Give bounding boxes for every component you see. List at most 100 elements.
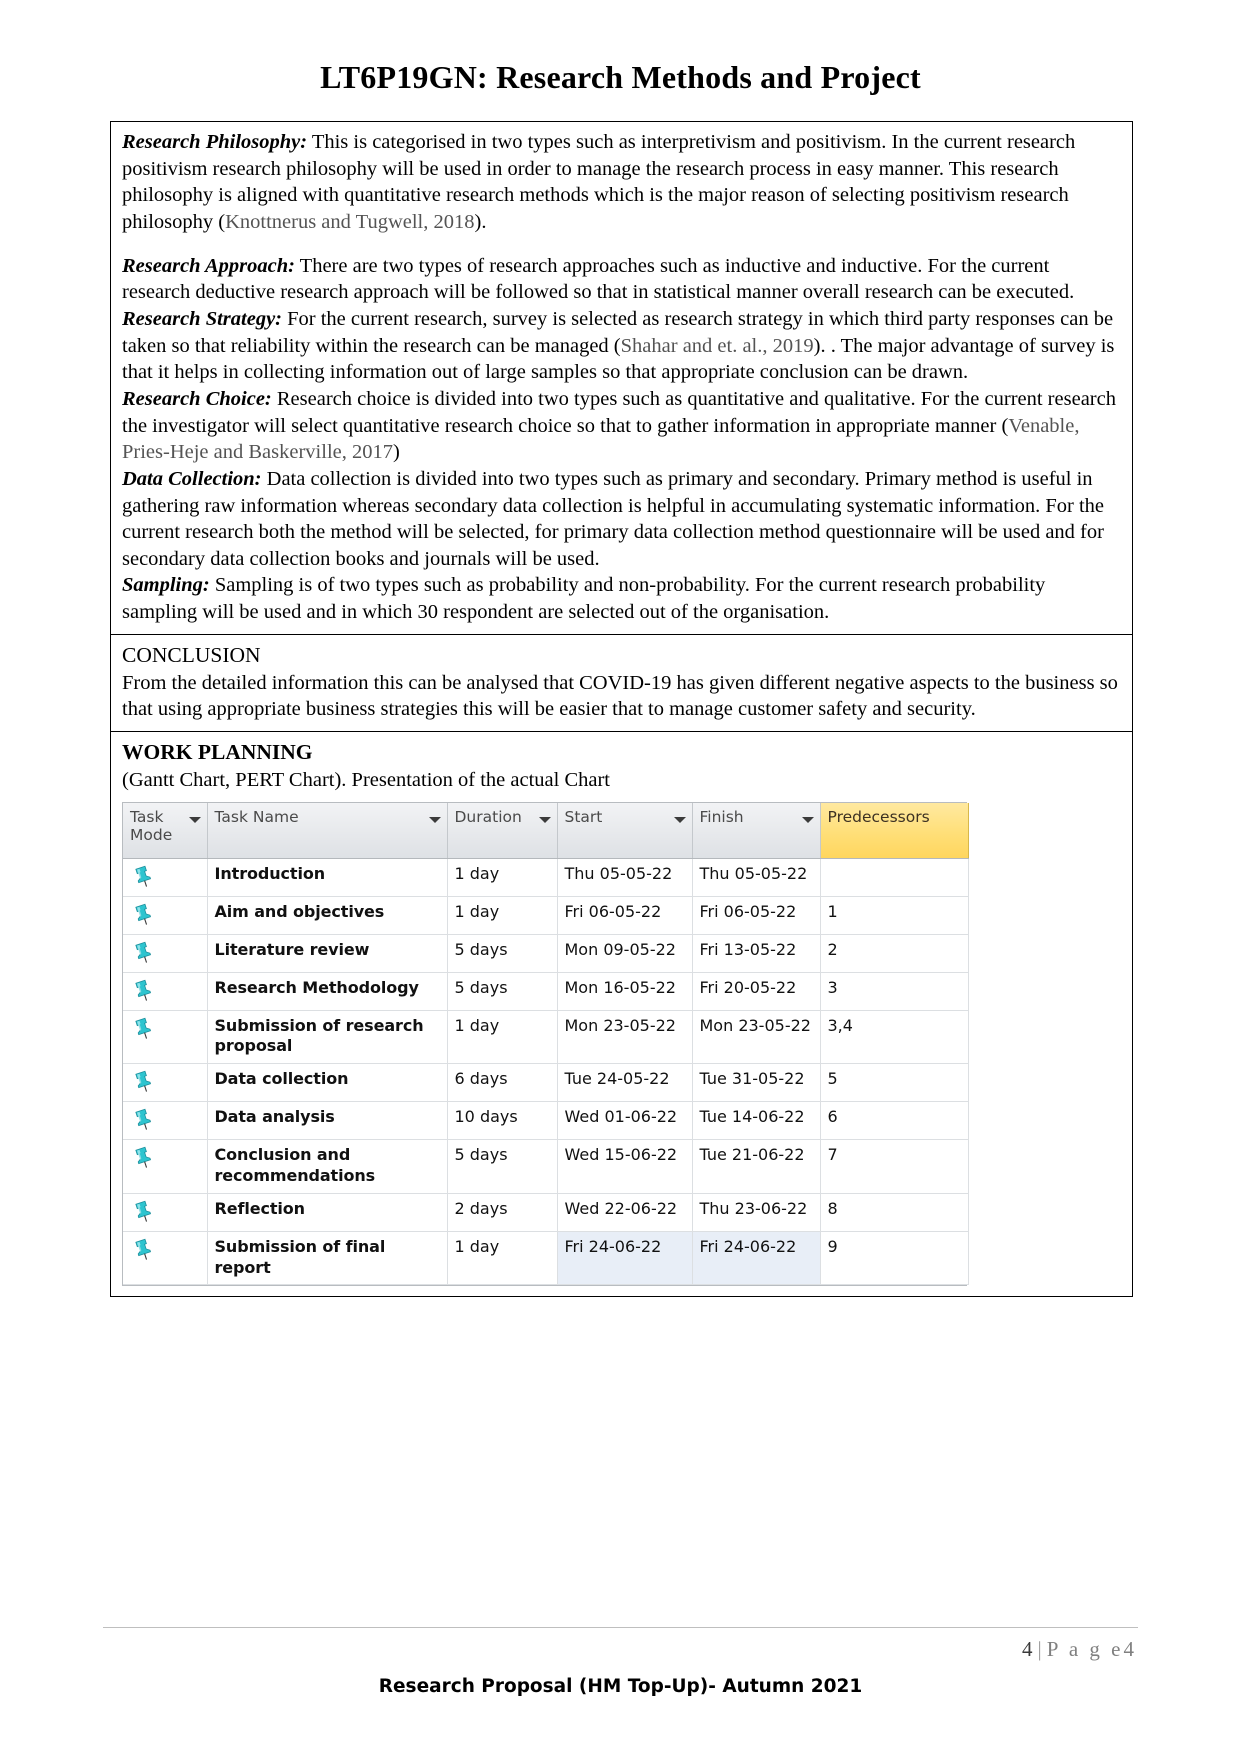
gantt-column-header[interactable]: Duration [447, 802, 558, 859]
task-predecessors-cell[interactable]: 9 [820, 1231, 969, 1286]
task-finish-cell[interactable]: Fri 06-05-22 [692, 896, 821, 935]
task-predecessors-cell[interactable]: 8 [820, 1193, 969, 1232]
task-start-cell[interactable]: Thu 05-05-22 [557, 858, 693, 897]
table-row[interactable]: Submission of research proposal 1 day Mon … [123, 1010, 969, 1065]
task-start-cell[interactable]: Wed 22-06-22 [557, 1193, 693, 1232]
table-row[interactable]: Data collection 6 days Tue 24-05-22 Tue 31-… [123, 1063, 969, 1103]
section-lead-label: Research Philosophy: [122, 131, 308, 154]
task-duration-cell[interactable]: 10 days [447, 1101, 558, 1141]
task-duration-cell[interactable]: 5 days [447, 934, 558, 973]
task-duration-cell[interactable]: 5 days [447, 972, 558, 1011]
task-duration-cell[interactable]: 1 day [447, 1231, 558, 1286]
table-row[interactable]: Research Methodology 5 days Mon 16-05-22 Fr… [123, 972, 969, 1011]
chevron-down-icon[interactable] [673, 816, 686, 823]
task-mode-cell[interactable] [123, 1193, 208, 1232]
task-start-cell[interactable]: Mon 16-05-22 [557, 972, 693, 1011]
chevron-down-icon[interactable] [538, 816, 551, 823]
chevron-down-icon[interactable] [188, 816, 201, 823]
task-start-cell[interactable]: Mon 23-05-22 [557, 1010, 693, 1065]
section-lead-label: Sampling: [122, 574, 210, 597]
section-lead-label: Research Approach: [122, 254, 295, 277]
task-name-cell[interactable]: Data analysis [207, 1101, 448, 1141]
methodology-paragraph: Research Strategy: For the current resea… [122, 306, 1121, 386]
task-start-cell[interactable]: Mon 09-05-22 [557, 934, 693, 973]
task-name-cell[interactable]: Aim and objectives [207, 896, 448, 935]
task-finish-cell[interactable]: Mon 23-05-22 [692, 1010, 821, 1065]
section-lead-label: Data Collection: [122, 467, 262, 490]
chevron-down-icon[interactable] [801, 816, 814, 823]
task-finish-cell[interactable]: Fri 20-05-22 [692, 972, 821, 1011]
table-row[interactable]: Conclusion and recommendations 5 days Wed … [123, 1139, 969, 1194]
task-name-cell[interactable]: Submission of final report [207, 1231, 448, 1286]
table-row[interactable]: Data analysis 10 days Wed 01-06-22 Tue 14-0… [123, 1101, 969, 1141]
task-duration-cell[interactable]: 2 days [447, 1193, 558, 1232]
task-name-cell[interactable]: Reflection [207, 1193, 448, 1232]
citation-text: Shahar and et. al., 2019 [620, 334, 814, 357]
column-header-label: Finish [699, 807, 744, 826]
table-row[interactable]: Introduction 1 day Thu 05-05-22 Thu 05-05-2… [123, 858, 969, 897]
task-predecessors-cell[interactable]: 3,4 [820, 1010, 969, 1065]
task-name-cell[interactable]: Literature review [207, 934, 448, 973]
methodology-paragraph: Research Choice: Research choice is divi… [122, 386, 1121, 466]
task-mode-cell[interactable] [123, 1063, 208, 1103]
task-finish-cell[interactable]: Tue 21-06-22 [692, 1139, 821, 1194]
pushpin-icon [135, 979, 152, 1001]
gantt-column-header[interactable]: Task Mode [123, 802, 208, 859]
task-mode-cell[interactable] [123, 1231, 208, 1286]
table-row[interactable]: Reflection 2 days Wed 22-06-22 Thu 23-06-22… [123, 1193, 969, 1232]
task-mode-cell[interactable] [123, 896, 208, 935]
gantt-column-header[interactable]: Task Name [207, 802, 448, 859]
task-predecessors-cell[interactable]: 3 [820, 972, 969, 1011]
task-finish-cell[interactable]: Thu 23-06-22 [692, 1193, 821, 1232]
gantt-column-header[interactable]: Finish [692, 802, 821, 859]
task-duration-cell[interactable]: 1 day [447, 858, 558, 897]
task-finish-cell[interactable]: Tue 14-06-22 [692, 1101, 821, 1141]
task-predecessors-cell[interactable]: 6 [820, 1101, 969, 1141]
task-duration-cell[interactable]: 6 days [447, 1063, 558, 1103]
content-table: Research Philosophy: This is categorised… [110, 121, 1133, 1298]
work-planning-cell: WORK PLANNING (Gantt Chart, PERT Chart).… [111, 732, 1132, 1296]
gantt-column-header[interactable]: Start [557, 802, 693, 859]
task-start-cell[interactable]: Fri 06-05-22 [557, 896, 693, 935]
task-start-cell[interactable]: Fri 24-06-22 [557, 1231, 693, 1286]
task-duration-cell[interactable]: 1 day [447, 896, 558, 935]
task-mode-cell[interactable] [123, 1139, 208, 1194]
methodology-section: Research Philosophy: This is categorised… [111, 122, 1132, 635]
task-name-cell[interactable]: Conclusion and recommendations [207, 1139, 448, 1194]
pushpin-icon [135, 1070, 152, 1092]
task-predecessors-cell[interactable]: 1 [820, 896, 969, 935]
task-name-cell[interactable]: Research Methodology [207, 972, 448, 1011]
task-finish-cell[interactable]: Fri 13-05-22 [692, 934, 821, 973]
task-duration-cell[interactable]: 1 day [447, 1010, 558, 1065]
task-finish-cell[interactable]: Tue 31-05-22 [692, 1063, 821, 1103]
task-mode-cell[interactable] [123, 858, 208, 897]
conclusion-section: CONCLUSION From the detailed information… [111, 635, 1132, 732]
task-mode-cell[interactable] [123, 1101, 208, 1141]
gantt-table-body: Introduction 1 day Thu 05-05-22 Thu 05-05-2… [123, 858, 969, 1286]
task-predecessors-cell[interactable] [820, 858, 969, 897]
task-predecessors-cell[interactable]: 2 [820, 934, 969, 973]
table-row[interactable]: Submission of final report 1 day Fri 24-06… [123, 1231, 969, 1286]
task-mode-cell[interactable] [123, 1010, 208, 1065]
task-start-cell[interactable]: Wed 01-06-22 [557, 1101, 693, 1141]
methodology-paragraph-list: Research Philosophy: This is categorised… [122, 129, 1121, 626]
task-duration-cell[interactable]: 5 days [447, 1139, 558, 1194]
task-predecessors-cell[interactable]: 5 [820, 1063, 969, 1103]
task-start-cell[interactable]: Wed 15-06-22 [557, 1139, 693, 1194]
table-row[interactable]: Aim and objectives 1 day Fri 06-05-22 Fri 0… [123, 896, 969, 935]
footer-divider [103, 1627, 1138, 1628]
pushpin-icon [135, 865, 152, 887]
task-name-cell[interactable]: Data collection [207, 1063, 448, 1103]
task-name-cell[interactable]: Introduction [207, 858, 448, 897]
task-finish-cell[interactable]: Fri 24-06-22 [692, 1231, 821, 1286]
table-row[interactable]: Literature review 5 days Mon 09-05-22 Fri 1… [123, 934, 969, 973]
task-mode-cell[interactable] [123, 934, 208, 973]
task-name-cell[interactable]: Submission of research proposal [207, 1010, 448, 1065]
chevron-down-icon[interactable] [428, 816, 441, 823]
task-start-cell[interactable]: Tue 24-05-22 [557, 1063, 693, 1103]
gantt-column-header[interactable]: Predecessors [820, 802, 969, 859]
task-mode-cell[interactable] [123, 972, 208, 1011]
pushpin-icon [135, 1200, 152, 1222]
task-predecessors-cell[interactable]: 7 [820, 1139, 969, 1194]
task-finish-cell[interactable]: Thu 05-05-22 [692, 858, 821, 897]
